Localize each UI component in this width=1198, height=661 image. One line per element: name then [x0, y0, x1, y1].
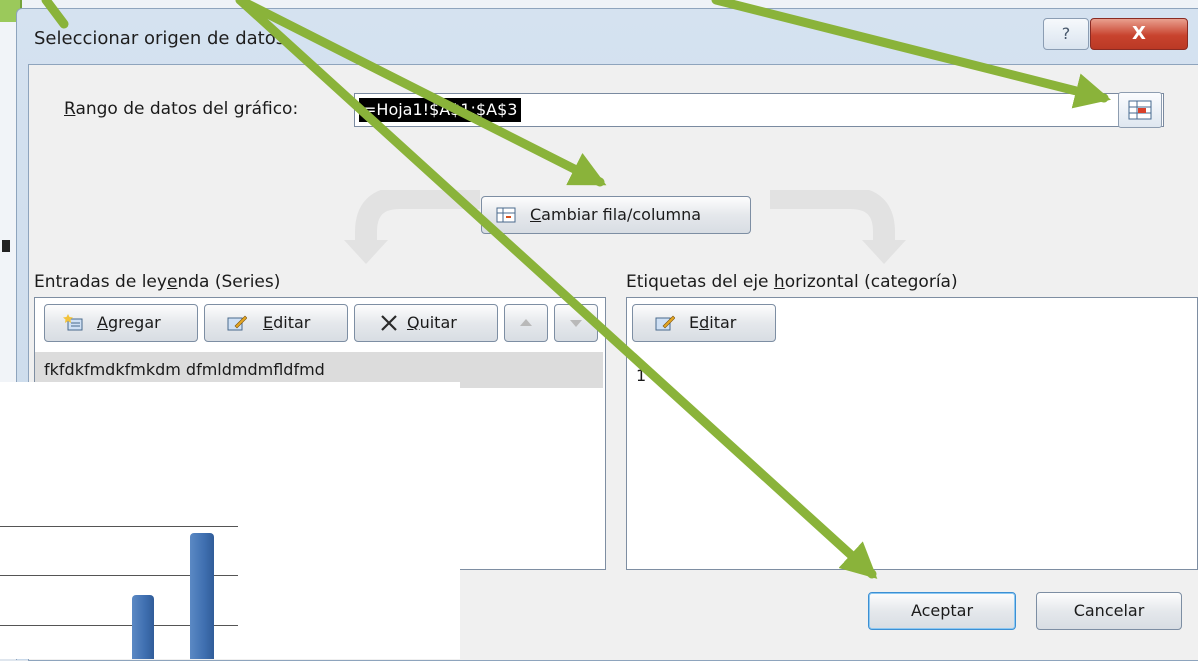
- ok-button[interactable]: Aceptar: [868, 592, 1016, 630]
- left-curve-arrow-icon: [344, 190, 480, 264]
- cancel-button[interactable]: Cancelar: [1036, 592, 1182, 630]
- range-select-icon: [1128, 100, 1152, 120]
- edit-category-button[interactable]: Editar: [632, 304, 776, 342]
- add-series-label: Agregar: [97, 313, 161, 332]
- edit-series-button[interactable]: Editar: [204, 304, 348, 342]
- cursor-mark: [2, 240, 10, 252]
- close-button[interactable]: X: [1090, 18, 1188, 50]
- right-curve-arrow-icon: [770, 190, 906, 264]
- chart-range-label: Rango de datos del gráfico:: [64, 99, 299, 119]
- legend-entries-label: Entradas de leyenda (Series): [34, 272, 281, 292]
- edit-category-label: Editar: [689, 313, 737, 332]
- move-up-button[interactable]: [504, 304, 548, 342]
- chart-bar: [190, 532, 214, 659]
- add-icon: [63, 314, 83, 331]
- remove-series-button[interactable]: Quitar: [354, 304, 498, 342]
- chart-range-value[interactable]: =Hoja1!$A$1:$A$3: [359, 98, 522, 122]
- move-down-icon: [570, 320, 582, 327]
- remove-series-label: Quitar: [407, 313, 457, 332]
- chart-area: [0, 382, 460, 659]
- switch-row-column-icon: [496, 207, 516, 223]
- edit-series-label: Editar: [263, 313, 311, 332]
- move-down-button[interactable]: [554, 304, 598, 342]
- dialog-title: Seleccionar origen de datos: [34, 28, 286, 49]
- gridline: [0, 526, 238, 527]
- chart-range-input[interactable]: =Hoja1!$A$1:$A$3: [354, 93, 1164, 127]
- help-button[interactable]: ?: [1043, 18, 1089, 50]
- category-item-label[interactable]: 1: [636, 366, 646, 385]
- edit-icon: [227, 315, 247, 331]
- add-series-button[interactable]: Agregar: [44, 304, 198, 342]
- switch-row-column-button[interactable]: Cambiar fila/columna: [481, 196, 751, 234]
- move-up-icon: [520, 319, 532, 326]
- remove-icon: [381, 315, 397, 331]
- series-item-label[interactable]: fkfdkfmdkfmkdm dfmldmdmfldfmd: [44, 360, 325, 379]
- axis-labels-label: Etiquetas del eje horizontal (categoría): [626, 272, 958, 292]
- edit-icon: [655, 315, 675, 331]
- chart-bar: [132, 594, 154, 659]
- switch-row-column-label: Cambiar fila/columna: [530, 205, 702, 224]
- collapse-dialog-button[interactable]: [1118, 92, 1162, 128]
